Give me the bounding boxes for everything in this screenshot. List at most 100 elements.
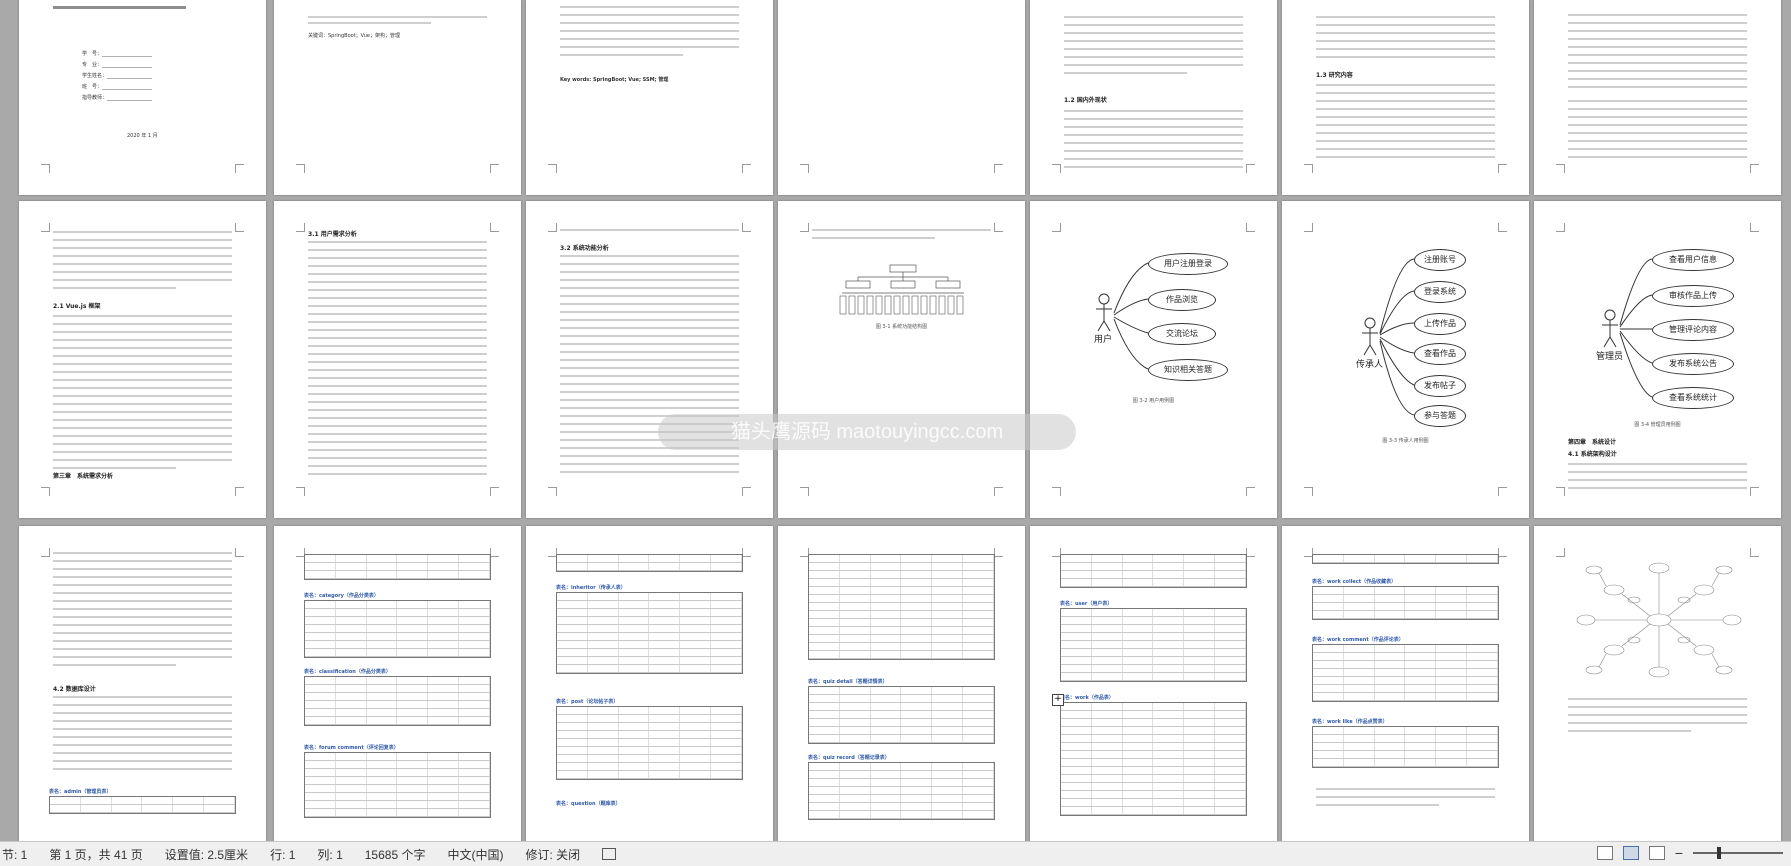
- table-title: 表名：work comment（作品评论表）: [1312, 637, 1404, 643]
- admin-usecase-lines: [1602, 258, 1653, 398]
- chapter-heading: 第四章 系统设计: [1568, 439, 1617, 446]
- language-indicator[interactable]: 中文(中国): [447, 846, 503, 863]
- usecase-ellipse: 查看用户信息: [1652, 249, 1734, 271]
- page-13[interactable]: 传承人 注册账号 登录系统 上传作品 查看作品 发布帖子 参与答题 图 3-3 …: [1282, 201, 1529, 518]
- cover-field: 学 号：____________________: [82, 51, 153, 57]
- usecase-ellipse: 查看系统统计: [1652, 387, 1734, 409]
- cover-field: 学生姓名：__________________: [82, 73, 153, 79]
- status-bar: 节: 1 第 1 页，共 41 页 设置值: 2.5厘米 行: 1 列: 1 1…: [0, 841, 1791, 866]
- cover-field: 指导教师：__________________: [82, 95, 153, 101]
- page-10[interactable]: 3.2 系统功能分析: [526, 201, 773, 518]
- table-title: 表名：quiz detail（答题详情表）: [808, 679, 888, 685]
- usecase-ellipse: 注册账号: [1414, 249, 1466, 271]
- page-8[interactable]: 2.1 Vue.js 框架 第三章 系统需求分析: [19, 201, 266, 518]
- page-5[interactable]: 1.2 国内外现状: [1030, 0, 1277, 195]
- db-table: [808, 554, 995, 660]
- column-indicator[interactable]: 列: 1: [317, 846, 342, 863]
- chapter-heading: 第三章 系统需求分析: [53, 473, 114, 480]
- actor-label: 管理员: [1596, 352, 1624, 362]
- db-table: [556, 706, 743, 780]
- setting-indicator[interactable]: 设置值: 2.5厘米: [165, 846, 248, 863]
- zoom-out-icon[interactable]: −: [1675, 845, 1683, 861]
- row-indicator[interactable]: 行: 1: [270, 846, 295, 863]
- page-3[interactable]: Key words: SpringBoot; Vue; SSM; 管理: [526, 0, 773, 195]
- section-heading: 2.1 Vue.js 框架: [53, 303, 101, 310]
- usecase-ellipse: 审核作品上传: [1652, 285, 1734, 307]
- table-title: 表名：question（题库表）: [556, 801, 621, 807]
- er-diagram: [1576, 562, 1742, 678]
- db-table: [49, 796, 236, 814]
- page-1[interactable]: 学 号：____________________ 专 业：___________…: [19, 0, 266, 195]
- cover-field-list: 学 号：____________________ 专 业：___________…: [82, 50, 152, 101]
- section-indicator[interactable]: 节: 1: [2, 846, 27, 863]
- page-11[interactable]: 图 3-1 系统功能结构图: [778, 201, 1025, 518]
- figure-caption: 图 3-4 管理员用例图: [1634, 422, 1681, 428]
- usecase-ellipse: 交流论坛: [1148, 323, 1216, 345]
- watermark-overlay: 猫头鹰源码 maotouyingcc.com: [658, 414, 1076, 450]
- figure-caption: 图 3-1 系统功能结构图: [875, 324, 928, 330]
- db-table: [304, 554, 491, 580]
- section-heading: 3.2 系统功能分析: [560, 245, 609, 252]
- figure-caption: 图 3-2 用户用例图: [1132, 398, 1175, 404]
- table-title: 表名：work like（作品点赞表）: [1312, 719, 1388, 725]
- web-layout-icon[interactable]: [1648, 846, 1665, 860]
- zoom-slider[interactable]: [1693, 847, 1783, 859]
- page-6[interactable]: 1.3 研究内容: [1282, 0, 1529, 195]
- section-heading: 3.1 用户需求分析: [308, 231, 357, 238]
- page-16[interactable]: 表名：category（作品分类表） 表名：classification（作品分…: [274, 526, 521, 842]
- revision-indicator[interactable]: 修订: 关闭: [525, 846, 580, 863]
- page-indicator[interactable]: 第 1 页，共 41 页: [49, 846, 142, 863]
- usecase-ellipse: 查看作品: [1414, 343, 1466, 365]
- uploader-usecase-lines: [1362, 258, 1415, 416]
- page-14[interactable]: 管理员 查看用户信息 审核作品上传 管理评论内容 发布系统公告 查看系统统计 图…: [1534, 201, 1781, 518]
- view-controls: −: [1596, 845, 1783, 861]
- usecase-ellipse: 用户注册登录: [1148, 253, 1228, 275]
- page-20[interactable]: 表名：work collect（作品收藏表） 表名：work comment（作…: [1282, 526, 1529, 842]
- table-title: 表名：classification（作品分类表）: [304, 669, 391, 675]
- keywords-en: Key words: SpringBoot; Vue; SSM; 管理: [560, 77, 669, 83]
- page-7[interactable]: [1534, 0, 1781, 195]
- db-table: [808, 686, 995, 744]
- actor-label: 传承人: [1356, 360, 1384, 370]
- macro-record-icon[interactable]: [602, 848, 617, 860]
- db-table: [304, 752, 491, 818]
- cover-field: 专 业：____________________: [82, 62, 153, 68]
- page-2[interactable]: 关键词：SpringBoot；Vue；架构；管理: [274, 0, 521, 195]
- print-layout-icon[interactable]: [1622, 846, 1639, 860]
- cover-date: 2020 年 1 月: [127, 133, 158, 139]
- table-title: 表名：user（用户表）: [1060, 601, 1113, 607]
- usecase-ellipse: 参与答题: [1414, 405, 1466, 427]
- zoom-slider-thumb[interactable]: [1717, 847, 1721, 859]
- section-heading: 4.1 系统架构设计: [1568, 451, 1617, 458]
- table-title: 表名：quiz record（答题记录表）: [808, 755, 890, 761]
- usecase-ellipse: 发布帖子: [1414, 375, 1466, 397]
- db-table: [556, 592, 743, 674]
- document-canvas[interactable]: 学 号：____________________ 专 业：___________…: [0, 0, 1791, 842]
- page-21[interactable]: [1534, 526, 1781, 842]
- section-heading: 4.2 数据库设计: [53, 686, 96, 693]
- usecase-ellipse: 上传作品: [1414, 313, 1466, 335]
- table-title: 表名：forum comment（评论回复表）: [304, 745, 399, 751]
- page-17[interactable]: 表名：inheritor（传承人表） 表名：post（论坛帖子表） 表名：que…: [526, 526, 773, 842]
- page-9[interactable]: 3.1 用户需求分析: [274, 201, 521, 518]
- page-18[interactable]: 表名：quiz detail（答题详情表） 表名：quiz record（答题记…: [778, 526, 1025, 842]
- table-title: 表名：work（作品表）: [1060, 695, 1114, 701]
- db-table: [1060, 608, 1247, 682]
- page-4[interactable]: [778, 0, 1025, 195]
- read-mode-icon[interactable]: [1596, 846, 1613, 860]
- table-move-handle[interactable]: +: [1052, 694, 1064, 706]
- usecase-ellipse: 作品浏览: [1148, 289, 1216, 311]
- actor-label: 用户: [1094, 335, 1113, 345]
- page-15[interactable]: 4.2 数据库设计 表名：admin（管理员表）: [19, 526, 266, 842]
- usecase-ellipse: 知识相关答题: [1148, 359, 1228, 381]
- page-12[interactable]: 用户 用户注册登录 作品浏览 交流论坛 知识相关答题 图 3-2 用户用例图: [1030, 201, 1277, 518]
- table-title: 表名：work collect（作品收藏表）: [1312, 579, 1397, 585]
- page-19[interactable]: 表名：user（用户表） 表名：work（作品表）: [1030, 526, 1277, 842]
- db-table: [1312, 644, 1499, 702]
- db-table: [808, 762, 995, 820]
- word-count[interactable]: 15685 个字: [365, 846, 426, 863]
- db-table: [1060, 554, 1247, 588]
- function-structure-diagram: [839, 264, 964, 315]
- db-table: [1312, 726, 1499, 768]
- db-table: [1312, 586, 1499, 620]
